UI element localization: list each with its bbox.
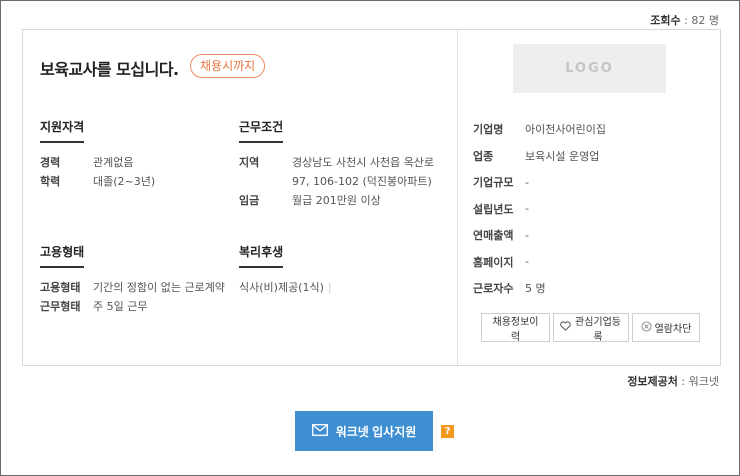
- apply-label: 워크넷 입사지원: [335, 424, 417, 439]
- company-info-value: 아이천사어린이집: [525, 123, 606, 137]
- qualification-row: 경력 관계없음: [40, 153, 155, 172]
- block-view-label: 열람차단: [654, 324, 692, 335]
- company-info-value: -: [525, 175, 529, 189]
- conditions-title: 근무조건: [239, 118, 284, 143]
- location-row-cont: 97, 106-102 (덕진봉아파트): [239, 172, 434, 191]
- wage-label: 임금: [239, 194, 260, 207]
- qualification-key: 경력: [40, 156, 61, 169]
- wage-value: 월급 201만원 이상: [292, 194, 381, 207]
- company-info-key: 설립년도: [473, 202, 514, 216]
- block-view-button[interactable]: 열람차단: [632, 313, 700, 342]
- location-line2: 97, 106-102 (덕진봉아파트): [292, 175, 432, 188]
- employment-row: 고용형태 기간의 정함이 없는 근로계약: [40, 278, 225, 297]
- company-info-row: 기업명 아이천사어린이집: [473, 116, 606, 143]
- location-row: 지역 경상남도 사천시 사천읍 옥산로: [239, 153, 434, 172]
- company-info-key: 업종: [473, 149, 494, 163]
- company-info-value: -: [525, 228, 529, 242]
- company-info-key: 기업명: [473, 123, 504, 137]
- qualification-value: 대졸(2~3년): [93, 175, 156, 188]
- company-info-key: 연매출액: [473, 229, 514, 243]
- company-info-value: 5 명: [525, 282, 546, 296]
- view-count-label: 조회수: [650, 14, 681, 27]
- conditions-section: 근무조건 지역 경상남도 사천시 사천읍 옥산로 97, 106-102 (덕진…: [239, 116, 434, 210]
- job-info-panel: 보육교사를 모십니다. 채용시까지 지원자격 경력 관계없음 학력 대졸(2~3…: [23, 30, 457, 365]
- location-line1: 경상남도 사천시 사천읍 옥산로: [292, 156, 435, 169]
- provider-value: 워크넷: [688, 375, 719, 388]
- info-provider: 정보제공처 : 워크넷: [627, 375, 719, 388]
- benefits-separator: |: [327, 281, 332, 294]
- benefits-row: 식사(비)제공(1식) |: [239, 278, 332, 297]
- hiring-history-label: 채용정보이력: [492, 316, 539, 343]
- company-info-row: 홈페이지 -: [473, 249, 606, 276]
- employment-key: 근무형태: [40, 300, 81, 313]
- benefits-title: 복리후생: [239, 243, 284, 268]
- company-action-buttons: 채용정보이력 관심기업등록 열람차단: [481, 313, 700, 343]
- company-info-row: 업종 보육시설 운영업: [473, 143, 606, 170]
- company-info-list: 기업명 아이천사어린이집 업종 보육시설 운영업 기업규모 - 설립년도 - 연매출액 -…: [473, 116, 606, 302]
- company-info-row: 설립년도 -: [473, 196, 606, 223]
- help-icon[interactable]: ?: [441, 425, 454, 438]
- company-info-key: 홈페이지: [473, 255, 514, 269]
- view-count-value: 82 명: [691, 14, 719, 27]
- employment-title: 고용형태: [40, 243, 85, 268]
- employment-value: 주 5일 근무: [93, 300, 148, 313]
- employment-section: 고용형태 고용형태 기간의 정함이 없는 근로계약 근무형태 주 5일 근무: [40, 241, 225, 316]
- block-icon: [641, 320, 652, 335]
- heart-icon: [560, 321, 571, 334]
- company-info-value: 보육시설 운영업: [525, 149, 600, 163]
- company-info-value: -: [525, 255, 529, 269]
- benefits-section: 복리후생 식사(비)제공(1식) |: [239, 241, 332, 297]
- apply-button[interactable]: 워크넷 입사지원: [295, 411, 433, 451]
- favorite-company-button[interactable]: 관심기업등록: [553, 313, 629, 343]
- employment-row: 근무형태 주 5일 근무: [40, 297, 225, 316]
- company-info-value: -: [525, 202, 529, 216]
- company-panel: LOGO 기업명 아이천사어린이집 업종 보육시설 운영업 기업규모 - 설립년도 - …: [458, 30, 720, 365]
- qualification-value: 관계없음: [93, 156, 134, 169]
- job-summary-card: 보육교사를 모십니다. 채용시까지 지원자격 경력 관계없음 학력 대졸(2~3…: [22, 29, 721, 366]
- job-title: 보육교사를 모십니다.: [40, 60, 179, 79]
- qualifications-section: 지원자격 경력 관계없음 학력 대졸(2~3년): [40, 116, 155, 191]
- mail-icon: [311, 423, 328, 439]
- company-info-key: 기업규모: [473, 176, 514, 190]
- company-info-row: 연매출액 -: [473, 222, 606, 249]
- employment-value: 기간의 정함이 없는 근로계약: [93, 281, 225, 294]
- benefits-value: 식사(비)제공(1식): [239, 281, 324, 294]
- qualification-row: 학력 대졸(2~3년): [40, 172, 155, 191]
- hiring-history-button[interactable]: 채용정보이력: [481, 313, 550, 343]
- company-info-row: 기업규모 -: [473, 169, 606, 196]
- view-count: 조회수 : 82 명: [650, 14, 719, 27]
- company-info-row: 근로자수 5 명: [473, 275, 606, 302]
- location-label: 지역: [239, 156, 260, 169]
- favorite-company-label: 관심기업등록: [575, 316, 621, 343]
- company-info-key: 근로자수: [473, 282, 514, 296]
- employment-key: 고용형태: [40, 281, 81, 294]
- provider-label: 정보제공처: [627, 375, 678, 388]
- company-logo: LOGO: [513, 44, 666, 93]
- deadline-badge: 채용시까지: [190, 54, 266, 78]
- wage-row: 임금 월급 201만원 이상: [239, 191, 434, 210]
- qualification-key: 학력: [40, 175, 61, 188]
- qualifications-title: 지원자격: [40, 118, 85, 143]
